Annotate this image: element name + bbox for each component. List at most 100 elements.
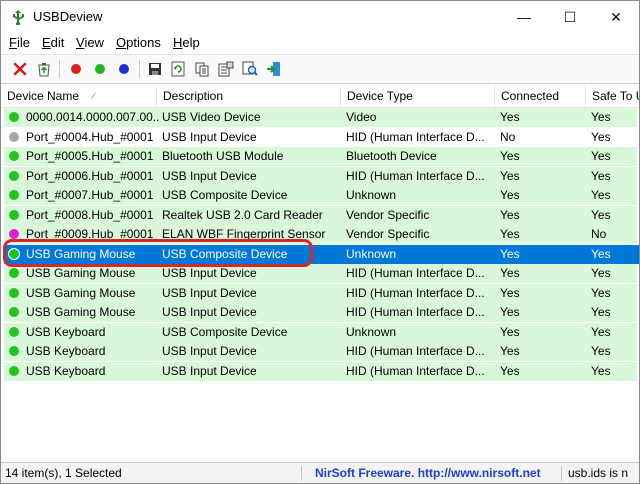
status-bar: 14 item(s), 1 Selected NirSoft Freeware.… bbox=[1, 462, 639, 483]
device-row[interactable]: USB Gaming Mouse USB Input Device HID (Hum… bbox=[4, 303, 639, 322]
cell-safe-to-unplug: Yes bbox=[591, 149, 611, 163]
cell-safe-to-unplug: Yes bbox=[591, 207, 611, 222]
column-header-device-type[interactable]: Device Type bbox=[341, 85, 495, 107]
cell-description: USB Input Device bbox=[162, 285, 257, 300]
find-icon[interactable] bbox=[241, 60, 259, 78]
blue-dot-icon[interactable] bbox=[115, 60, 133, 78]
device-status-icon bbox=[8, 247, 20, 260]
cell-device-name: Port_#0007.Hub_#0001 bbox=[26, 188, 154, 202]
cell-safe-to-unplug: Yes bbox=[591, 344, 611, 358]
cell-device-type: Video bbox=[346, 110, 377, 124]
device-row[interactable]: USB Keyboard USB Input Device HID (Human I… bbox=[4, 342, 639, 361]
device-status-icon bbox=[9, 151, 19, 161]
nirsoft-link[interactable]: NirSoft Freeware. http://www.nirsoft.net bbox=[315, 463, 555, 483]
cell-device-type: Unknown bbox=[346, 324, 397, 339]
uninstall-icon[interactable] bbox=[11, 60, 29, 78]
cell-connected: Yes bbox=[500, 110, 520, 124]
green-dot-icon[interactable] bbox=[91, 60, 109, 78]
device-status-icon bbox=[9, 268, 19, 278]
cell-device-name: Port_#0006.Hub_#0001 bbox=[26, 168, 154, 183]
cell-safe-to-unplug: Yes bbox=[591, 285, 611, 300]
device-status-icon bbox=[9, 365, 19, 376]
toolbar-separator bbox=[139, 60, 140, 78]
cell-description: USB Input Device bbox=[162, 344, 257, 358]
cell-description: Bluetooth USB Module bbox=[162, 149, 284, 163]
cell-device-type: Unknown bbox=[346, 246, 397, 261]
menu-bar: File Edit View Options Help bbox=[1, 33, 639, 53]
device-status-icon bbox=[9, 346, 19, 356]
title-bar[interactable]: USBDeview — ☐ ✕ bbox=[1, 1, 639, 33]
refresh-icon[interactable] bbox=[169, 60, 187, 78]
status-item-count: 14 item(s), 1 Selected bbox=[5, 466, 122, 480]
device-status-icon bbox=[9, 131, 19, 142]
device-row[interactable]: Port_#0008.Hub_#0001 Realtek USB 2.0 Card… bbox=[4, 205, 639, 225]
cell-connected: Yes bbox=[500, 188, 520, 202]
cell-device-name: USB Keyboard bbox=[26, 344, 106, 358]
menu-help[interactable]: Help bbox=[173, 35, 200, 50]
cell-safe-to-unplug: Yes bbox=[591, 363, 611, 378]
cell-device-name: Port_#0008.Hub_#0001 bbox=[26, 207, 154, 222]
cell-connected: Yes bbox=[500, 363, 520, 378]
properties-icon[interactable] bbox=[217, 60, 235, 78]
cell-connected: Yes bbox=[500, 285, 520, 300]
cell-connected: No bbox=[500, 129, 516, 144]
device-row[interactable]: USB Gaming Mouse USB Input Device HID (Hum… bbox=[4, 283, 639, 303]
cell-description: USB Input Device bbox=[162, 168, 257, 183]
menu-view[interactable]: View bbox=[76, 35, 104, 50]
device-status-icon bbox=[9, 170, 19, 181]
cell-device-type: Vendor Specific bbox=[346, 207, 430, 222]
exit-icon[interactable] bbox=[265, 60, 283, 78]
device-row[interactable]: USB Keyboard USB Composite Device Unknown Y… bbox=[4, 322, 639, 342]
cell-description: USB Input Device bbox=[162, 363, 257, 378]
cell-connected: Yes bbox=[500, 246, 520, 261]
cell-device-name: USB Gaming Mouse bbox=[26, 266, 136, 280]
cell-device-name: USB Gaming Mouse bbox=[26, 285, 136, 300]
usb-app-icon bbox=[13, 10, 24, 25]
cell-description: USB Input Device bbox=[162, 305, 257, 319]
menu-file[interactable]: File bbox=[9, 35, 30, 50]
cell-description: Realtek USB 2.0 Card Reader bbox=[162, 207, 323, 222]
cell-device-name: Port_#0005.Hub_#0001 bbox=[26, 149, 154, 163]
red-dot-icon[interactable] bbox=[67, 60, 85, 78]
column-header-connected[interactable]: Connected bbox=[495, 85, 586, 107]
device-row[interactable]: Port_#0004.Hub_#0001 USB Input Device HID … bbox=[4, 127, 639, 147]
cell-description: USB Input Device bbox=[162, 266, 257, 280]
cell-device-name: USB Keyboard bbox=[26, 363, 106, 378]
device-row[interactable]: Port_#0006.Hub_#0001 USB Input Device HID … bbox=[4, 166, 639, 186]
cell-safe-to-unplug: Yes bbox=[591, 324, 611, 339]
cell-connected: Yes bbox=[500, 149, 520, 163]
copy-icon[interactable] bbox=[193, 60, 211, 78]
device-row[interactable]: USB Keyboard USB Input Device HID (Human I… bbox=[4, 361, 639, 381]
device-status-icon bbox=[9, 229, 19, 239]
close-button[interactable]: ✕ bbox=[593, 1, 639, 33]
recycle-icon[interactable] bbox=[35, 60, 53, 78]
status-usbids: usb.ids is n bbox=[568, 466, 629, 480]
cell-device-type: HID (Human Interface D... bbox=[346, 285, 485, 300]
device-row[interactable]: USB Gaming Mouse USB Input Device HID (Hum… bbox=[4, 264, 639, 283]
device-status-icon bbox=[9, 287, 19, 298]
menu-options[interactable]: Options bbox=[116, 35, 161, 50]
device-row[interactable]: 0000.0014.0000.007.00... USB Video Device… bbox=[4, 108, 639, 127]
cell-device-type: Vendor Specific bbox=[346, 227, 430, 241]
usbdeview-window: USBDeview — ☐ ✕ File Edit View Options H… bbox=[0, 0, 640, 484]
cell-device-type: HID (Human Interface D... bbox=[346, 363, 485, 378]
column-header-device-name[interactable]: Device Name ⁄ bbox=[1, 85, 157, 107]
save-icon[interactable] bbox=[146, 60, 164, 78]
cell-device-type: HID (Human Interface D... bbox=[346, 129, 485, 144]
column-header-description[interactable]: Description bbox=[157, 85, 341, 107]
column-header-safe-to-unplug[interactable]: Safe To U bbox=[586, 85, 639, 107]
cell-description: USB Input Device bbox=[162, 129, 257, 144]
device-status-icon bbox=[9, 112, 19, 122]
toolbar bbox=[1, 54, 639, 84]
device-row[interactable]: Port_#0007.Hub_#0001 USB Composite Device… bbox=[4, 186, 639, 205]
window-title: USBDeview bbox=[33, 9, 103, 24]
cell-safe-to-unplug: Yes bbox=[591, 129, 611, 144]
device-row-selected[interactable]: USB Gaming Mouse USB Composite Device Unkn… bbox=[4, 244, 639, 264]
cell-safe-to-unplug: Yes bbox=[591, 246, 611, 261]
minimize-button[interactable]: — bbox=[501, 1, 547, 33]
maximize-button[interactable]: ☐ bbox=[547, 1, 593, 33]
cell-device-type: HID (Human Interface D... bbox=[346, 344, 485, 358]
device-row[interactable]: Port_#0009.Hub_#0001 ELAN WBF Fingerprint… bbox=[4, 225, 639, 244]
device-row[interactable]: Port_#0005.Hub_#0001 Bluetooth USB Module… bbox=[4, 147, 639, 166]
menu-edit[interactable]: Edit bbox=[42, 35, 64, 50]
